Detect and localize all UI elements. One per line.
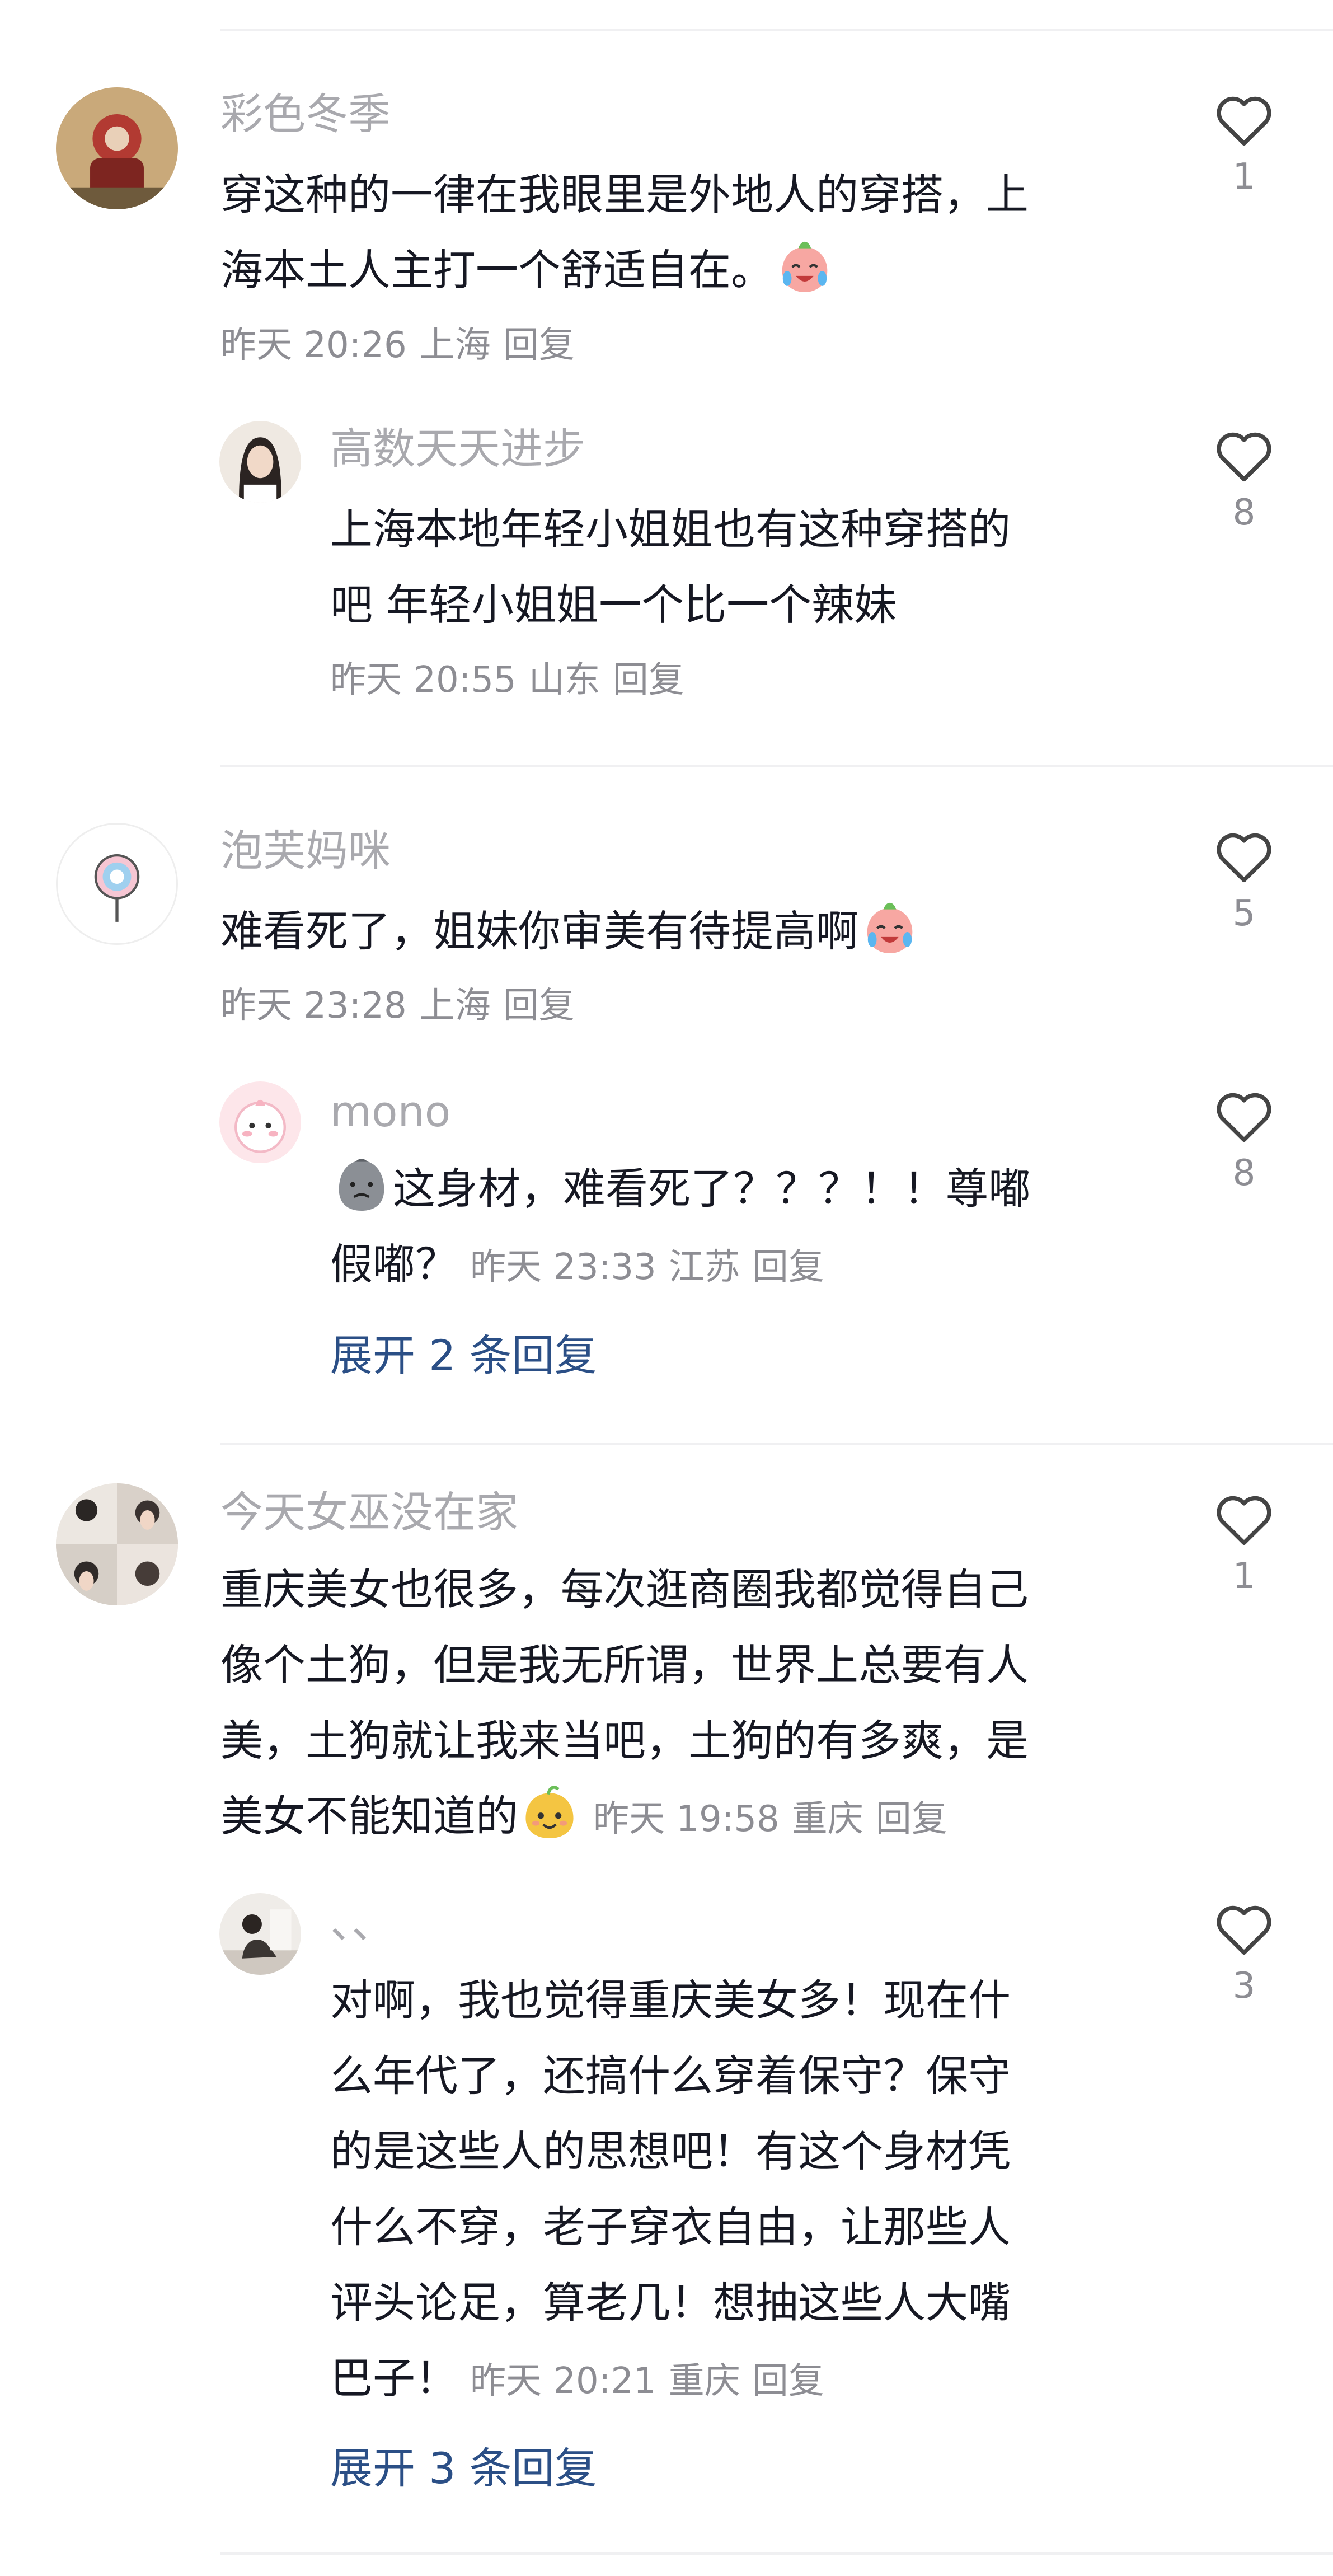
reply-button[interactable]: 回复 <box>753 1247 824 1288</box>
reply-location: 重庆 <box>668 2360 740 2402</box>
like-count: 1 <box>1232 156 1256 198</box>
comment-line: 穿这种的一律在我眼里是外地人的穿搭，上 <box>220 170 1029 219</box>
avatar[interactable] <box>56 1483 178 1605</box>
reply-meta: 昨天 20:55 山东 回复 <box>330 655 684 705</box>
comment-location: 上海 <box>419 985 491 1027</box>
reply-time: 昨天 23:33 <box>470 1247 656 1288</box>
reply-button[interactable]: 回复 <box>503 325 575 366</box>
crying-laughing-peach-emoji <box>773 235 836 297</box>
reply-location: 江苏 <box>668 1247 740 1288</box>
divider <box>220 2552 1333 2555</box>
comment-text: 难看死了，姐妹你审美有待提高啊 <box>220 893 1172 969</box>
comment-meta: 昨天 23:28 上海 回复 <box>220 981 575 1031</box>
like-button[interactable]: 3 <box>1209 1899 1279 2008</box>
divider <box>220 29 1333 31</box>
comment-meta: 昨天 20:26 上海 回复 <box>220 320 575 371</box>
reply-line: 评头论足，算老几！想抽这些人大嘴 <box>330 2278 1011 2327</box>
like-count: 1 <box>1232 1556 1256 1597</box>
comment-username[interactable]: 彩色冬季 <box>220 86 391 142</box>
reply-username[interactable]: 、、 <box>330 1895 394 1951</box>
reply-text: 上海本地年轻小姐姐也有这种穿搭的 吧 年轻小姐姐一个比一个辣妹 <box>330 491 1170 643</box>
comment-username[interactable]: 今天女巫没在家 <box>220 1484 518 1540</box>
comment-text: 穿这种的一律在我眼里是外地人的穿搭，上 海本土人主打一个舒适自在。 <box>220 157 1172 308</box>
comment-line: 美女不能知道的 <box>220 1791 518 1841</box>
heart-outline-icon <box>1217 96 1271 146</box>
comment-line: 重庆美女也很多，每次逛商圈我都觉得自己 <box>220 1565 1029 1614</box>
avatar[interactable] <box>219 1081 301 1163</box>
heart-outline-icon <box>1217 833 1271 883</box>
reply-username[interactable]: mono <box>330 1084 450 1140</box>
reply-time: 昨天 20:21 <box>470 2360 656 2402</box>
heart-outline-icon <box>1217 1093 1271 1142</box>
heart-outline-icon <box>1217 432 1271 482</box>
comment-username[interactable]: 泡芙妈咪 <box>220 823 391 879</box>
reply-username[interactable]: 高数天天进步 <box>330 421 585 477</box>
like-button[interactable]: 8 <box>1209 425 1279 535</box>
expand-replies-link[interactable]: 展开 2 条回复 <box>330 1328 597 1384</box>
reply-time: 昨天 20:55 <box>330 659 517 701</box>
like-count: 8 <box>1232 492 1256 533</box>
like-button[interactable]: 8 <box>1209 1086 1279 1196</box>
comment-meta: 昨天 19:58 重庆 回复 <box>593 1798 947 1840</box>
comment-time: 昨天 23:28 <box>220 985 407 1027</box>
reply-line: 假嘟？ <box>330 1239 458 1289</box>
reply-meta: 昨天 23:33 江苏 回复 <box>470 1247 824 1288</box>
avatar[interactable] <box>56 87 178 209</box>
reply-line: 什么不穿，老子穿衣自由，让那些人 <box>330 2202 1011 2252</box>
divider <box>220 765 1333 767</box>
reply-button[interactable]: 回复 <box>876 1798 947 1840</box>
like-count: 5 <box>1232 893 1256 934</box>
avatar[interactable] <box>219 421 301 503</box>
grey-blob-emoji <box>330 1153 393 1216</box>
comment-line: 像个土狗，但是我无所谓，世界上总要有人 <box>220 1640 1029 1690</box>
reply-line: 上海本地年轻小姐姐也有这种穿搭的 <box>330 504 1011 554</box>
avatar[interactable] <box>56 823 178 945</box>
heart-outline-icon <box>1217 1496 1271 1545</box>
comment-text: 重庆美女也很多，每次逛商圈我都觉得自己 像个土狗，但是我无所谓，世界上总要有人 … <box>220 1552 1172 1857</box>
reply-line: 的是这些人的思想吧！有这个身材凭 <box>330 2127 1011 2176</box>
comment-line: 海本土人主打一个舒适自在。 <box>220 245 773 295</box>
reply-line: 吧 年轻小姐姐一个比一个辣妹 <box>330 580 897 630</box>
yellow-smile-emoji <box>518 1781 581 1843</box>
reply-button[interactable]: 回复 <box>753 2360 824 2402</box>
comment-time: 昨天 20:26 <box>220 325 407 366</box>
like-count: 8 <box>1232 1153 1256 1194</box>
comment-line: 美，土狗就让我来当吧，土狗的有多爽，是 <box>220 1716 1029 1765</box>
reply-line: 这身材，难看死了？？？！！尊嘟 <box>393 1164 1031 1214</box>
divider <box>220 1443 1333 1445</box>
crying-laughing-peach-emoji <box>858 896 921 958</box>
avatar[interactable] <box>219 1893 301 1975</box>
like-button[interactable]: 5 <box>1209 826 1279 936</box>
comment-location: 上海 <box>419 325 491 366</box>
like-button[interactable]: 1 <box>1209 1489 1279 1599</box>
reply-text: 对啊，我也觉得重庆美女多！现在什 么年代了，还搞什么穿着保守？保守 的是这些人的… <box>330 1963 1170 2419</box>
comment-line: 难看死了，姐妹你审美有待提高啊 <box>220 906 858 956</box>
reply-button[interactable]: 回复 <box>613 659 684 701</box>
heart-outline-icon <box>1217 1905 1271 1955</box>
reply-location: 山东 <box>528 659 600 701</box>
comment-location: 重庆 <box>791 1798 863 1840</box>
like-button[interactable]: 1 <box>1209 90 1279 199</box>
reply-button[interactable]: 回复 <box>503 985 575 1027</box>
reply-line: 巴子！ <box>330 2353 458 2403</box>
expand-replies-link[interactable]: 展开 3 条回复 <box>330 2441 597 2497</box>
reply-meta: 昨天 20:21 重庆 回复 <box>470 2360 824 2402</box>
reply-line: 对啊，我也觉得重庆美女多！现在什 <box>330 1975 1011 2025</box>
comment-time: 昨天 19:58 <box>593 1798 780 1840</box>
like-count: 3 <box>1232 1965 1256 2007</box>
reply-line: 么年代了，还搞什么穿着保守？保守 <box>330 2051 1011 2101</box>
reply-text: 这身材，难看死了？？？！！尊嘟 假嘟？ 昨天 23:33 江苏 回复 <box>330 1151 1170 1305</box>
